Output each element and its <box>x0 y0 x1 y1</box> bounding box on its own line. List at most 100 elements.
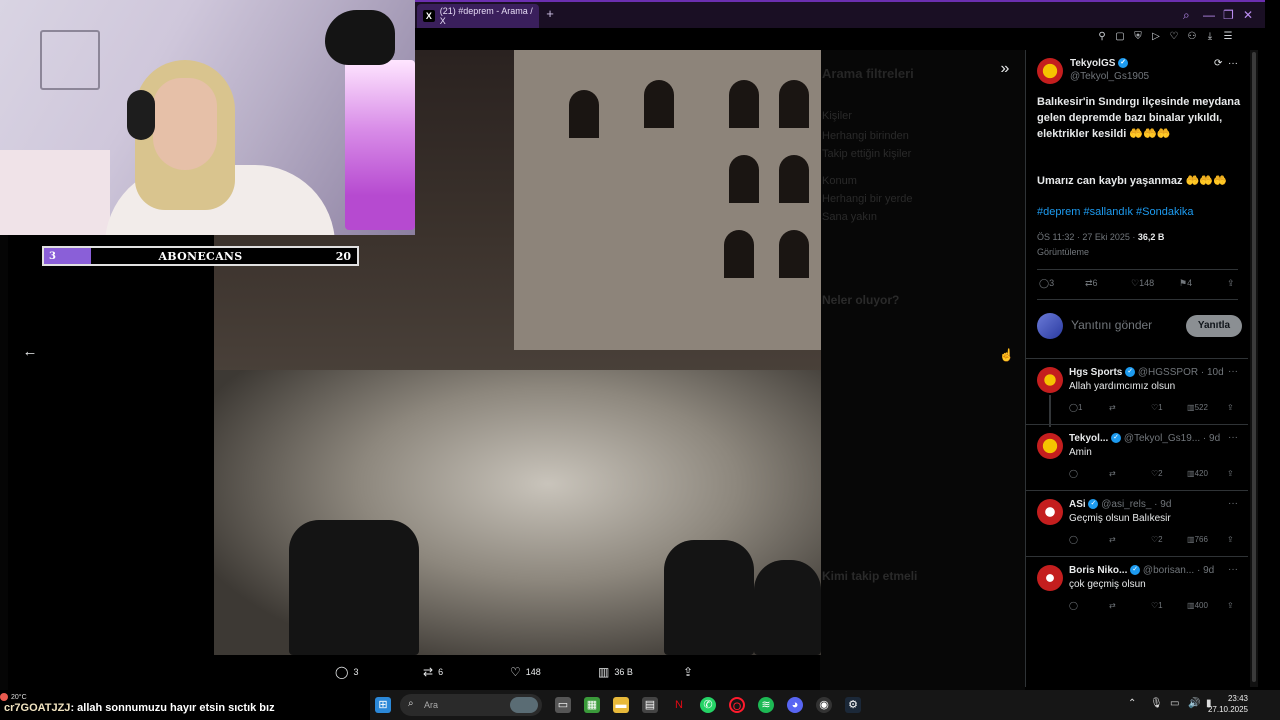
shield-icon[interactable]: ⛨ <box>1131 30 1145 44</box>
screenshot-icon[interactable]: ▢ <box>1113 30 1127 44</box>
chevron-double-right-icon[interactable]: » <box>994 58 1016 80</box>
author-name[interactable]: TekyolGS ✓ <box>1070 58 1129 69</box>
my-avatar <box>1037 313 1063 339</box>
share-icon[interactable]: ⇪ <box>1227 278 1235 289</box>
opera-gx-icon[interactable]: O <box>729 697 745 713</box>
bookmark-button[interactable]: ⚑ 4 <box>1179 278 1192 289</box>
minecraft-icon[interactable]: ▦ <box>584 697 600 713</box>
close-icon[interactable]: ✕ <box>1243 8 1253 22</box>
grok-icon[interactable]: ⟳ <box>1214 58 1222 69</box>
media-share-button[interactable]: ⇪ <box>683 662 693 682</box>
views-button[interactable]: ▥ 766 <box>1187 535 1208 544</box>
more-icon[interactable]: ··· <box>1228 498 1238 509</box>
reply-author[interactable]: ASi ✓ @asi_rels_ · 9d <box>1069 499 1234 510</box>
arrow-left-icon[interactable]: ← <box>21 343 39 361</box>
steam-icon[interactable]: ⚙ <box>845 697 861 713</box>
verified-badge-icon: ✓ <box>1111 433 1122 444</box>
windows-taskbar: ⊞ ⌕ Ara ▭ ▦ ▬ ▤ N ✆ O ≋ ◕ ◉ ⚙ ⌃ 🎙 ▭ 🔊 ▮ <box>370 690 1280 720</box>
microphone-icon[interactable]: 🎙 <box>1150 698 1163 709</box>
reply-submit-button[interactable]: Yanıtla <box>1186 315 1242 337</box>
play-icon[interactable]: ▷ <box>1149 30 1163 44</box>
reply-button[interactable]: ◯ <box>1069 601 1078 610</box>
heart-icon[interactable]: ♡ <box>1167 30 1181 44</box>
plush-toy <box>325 10 395 65</box>
author-avatar[interactable] <box>1037 58 1063 84</box>
like-button[interactable]: ♡ 148 <box>1131 278 1154 289</box>
share-icon[interactable]: ⇪ <box>1227 601 1234 610</box>
search-icon[interactable]: ⌕ <box>1183 8 1190 22</box>
reply-author[interactable]: Boris Niko... ✓ @borisan... · 9d <box>1069 565 1234 576</box>
tweet-detail-panel: TekyolGS ✓ @Tekyol_Gs1905 ⟳ ··· Balıkesi… <box>1025 50 1248 687</box>
store-icon[interactable]: ▤ <box>642 697 658 713</box>
reply-button[interactable]: ◯ <box>1069 535 1078 544</box>
more-icon[interactable]: ··· <box>1228 366 1238 377</box>
reply-item[interactable]: Hgs Sports ✓ @HGSSPOR · 10d ··· Allah yard… <box>1026 358 1248 427</box>
reply-avatar[interactable] <box>1037 565 1063 591</box>
like-button[interactable]: ♡ 1 <box>1151 403 1163 412</box>
bar-chart-icon: ▥ <box>598 665 610 679</box>
file-explorer-icon[interactable]: ▬ <box>613 697 629 713</box>
like-button[interactable]: ♡ 1 <box>1151 601 1163 610</box>
minimize-icon[interactable]: — <box>1203 8 1215 22</box>
reply-action-bar: ◯ 1 ⇄ ♡ 1 ▥ 522 ⇪ <box>1069 403 1239 415</box>
reply-button[interactable]: ◯ 3 <box>1039 278 1054 289</box>
tray-chevron-icon[interactable]: ⌃ <box>1128 698 1136 709</box>
volume-icon[interactable]: 🔊 <box>1188 698 1200 709</box>
repost-button[interactable]: ⇄ <box>1109 535 1116 544</box>
media-repost-button[interactable]: ⇄ 6 <box>423 662 443 682</box>
weather-icon <box>0 693 8 701</box>
reply-item[interactable]: Tekyol... ✓ @Tekyol_Gs19... · 9d ··· Amin ◯… <box>1026 424 1248 490</box>
repost-button[interactable]: ⇄ <box>1109 469 1116 478</box>
task-view-icon[interactable]: ▭ <box>555 697 571 713</box>
reply-text: Geçmiş olsun Balıkesir <box>1069 513 1171 524</box>
media-like-button[interactable]: ♡ 148 <box>510 662 541 682</box>
media-reply-button[interactable]: ◯ 3 <box>335 662 358 682</box>
whatsapp-icon[interactable]: ✆ <box>700 697 716 713</box>
media-views-button[interactable]: ▥ 36 B <box>598 662 633 682</box>
views-button[interactable]: ▥ 400 <box>1187 601 1208 610</box>
profile-icon[interactable]: ⚇ <box>1185 30 1199 44</box>
network-icon[interactable]: ▭ <box>1170 698 1179 709</box>
reply-avatar[interactable] <box>1037 367 1063 393</box>
share-icon[interactable]: ⇪ <box>1227 535 1234 544</box>
repost-button[interactable]: ⇄ 6 <box>1085 278 1098 289</box>
reply-avatar[interactable] <box>1037 433 1063 459</box>
download-icon[interactable]: ⤓ <box>1203 30 1217 44</box>
like-button[interactable]: ♡ 2 <box>1151 469 1163 478</box>
reply-avatar[interactable] <box>1037 499 1063 525</box>
pin-icon[interactable]: ⚲ <box>1095 30 1109 44</box>
menu-icon[interactable]: ☰ <box>1221 30 1235 44</box>
windows-start-icon[interactable]: ⊞ <box>375 697 391 713</box>
reply-item[interactable]: ASi ✓ @asi_rels_ · 9d ··· Geçmiş olsun Bal… <box>1026 490 1248 556</box>
spotify-icon[interactable]: ≋ <box>758 697 774 713</box>
panel-scrollbar[interactable] <box>1250 50 1258 687</box>
reply-author[interactable]: Tekyol... ✓ @Tekyol_Gs19... · 9d <box>1069 433 1234 444</box>
media-action-bar: ◯ 3 ⇄ 6 ♡ 148 ▥ 36 B ⇪ <box>330 662 710 682</box>
obs-icon[interactable]: ◉ <box>816 697 832 713</box>
discord-icon[interactable]: ◕ <box>787 697 803 713</box>
views-button[interactable]: ▥ 522 <box>1187 403 1208 412</box>
reply-author[interactable]: Hgs Sports ✓ @HGSSPOR · 10d <box>1069 367 1234 378</box>
weather-widget[interactable]: 20°C <box>0 693 27 701</box>
reply-button[interactable]: ◯ 1 <box>1069 403 1082 412</box>
reply-button[interactable]: ◯ <box>1069 469 1078 478</box>
like-button[interactable]: ♡ 2 <box>1151 535 1163 544</box>
maximize-icon[interactable]: ❐ <box>1223 8 1234 22</box>
taskbar-clock[interactable]: 23:43 27.10.2025 <box>1204 693 1248 715</box>
share-icon[interactable]: ⇪ <box>1227 469 1234 478</box>
taskbar-search[interactable]: ⌕ Ara <box>400 694 542 716</box>
more-icon[interactable]: ··· <box>1228 564 1238 575</box>
author-handle[interactable]: @Tekyol_Gs1905 <box>1070 71 1149 82</box>
reply-item[interactable]: Boris Niko... ✓ @borisan... · 9d ··· çok g… <box>1026 556 1248 622</box>
reply-input[interactable]: Yanıtını gönder <box>1071 318 1152 332</box>
repost-button[interactable]: ⇄ <box>1109 403 1116 412</box>
tweet-hashtags[interactable]: #deprem #sallandık #Sondakika <box>1037 206 1194 218</box>
repost-button[interactable]: ⇄ <box>1109 601 1116 610</box>
browser-tab[interactable]: X (21) #deprem - Arama / X <box>417 4 539 28</box>
netflix-icon[interactable]: N <box>671 697 687 713</box>
more-icon[interactable]: ··· <box>1228 432 1238 443</box>
new-tab-button[interactable]: + <box>543 7 557 21</box>
views-button[interactable]: ▥ 420 <box>1187 469 1208 478</box>
more-icon[interactable]: ··· <box>1228 58 1238 69</box>
share-icon[interactable]: ⇪ <box>1227 403 1234 412</box>
